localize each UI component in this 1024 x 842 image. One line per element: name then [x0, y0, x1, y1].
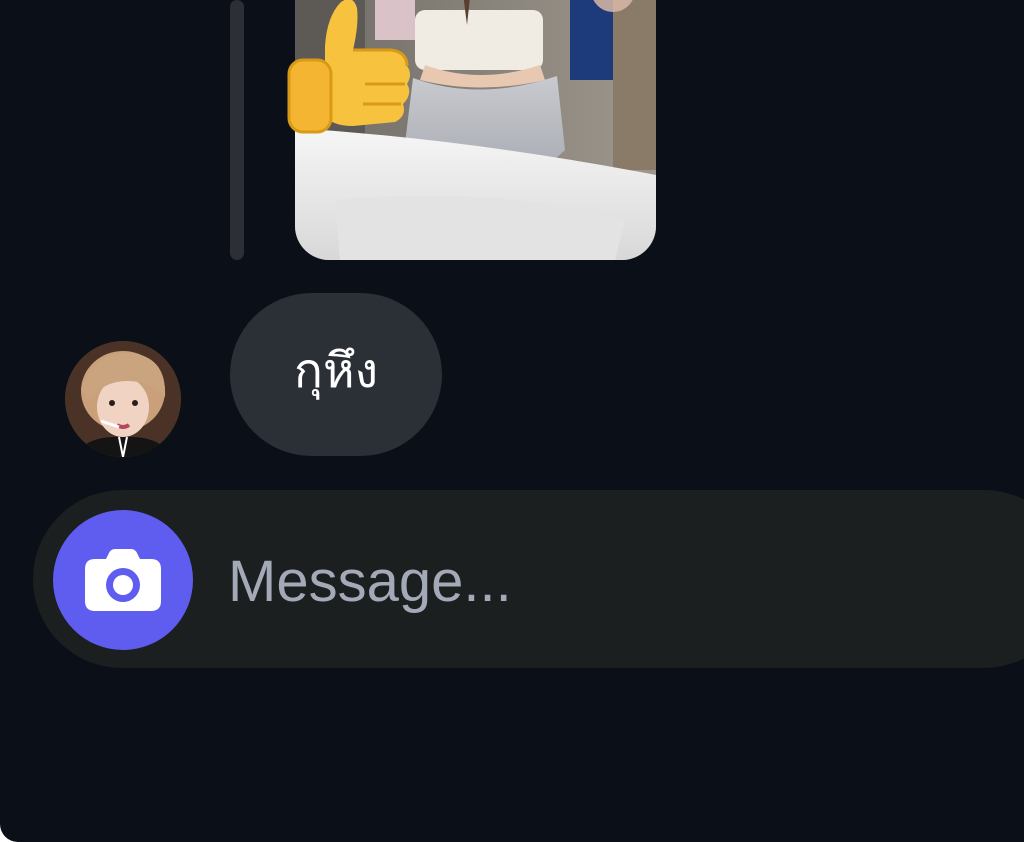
avatar-image: [65, 341, 181, 457]
thumbs-up-icon: [287, 0, 410, 134]
text-message-bubble[interactable]: กุหึง: [230, 293, 442, 456]
chat-screen: กุหึง: [0, 0, 1024, 842]
camera-icon: [85, 549, 161, 611]
reply-thread-bar: [230, 0, 244, 260]
camera-button[interactable]: [53, 510, 193, 650]
sender-avatar[interactable]: [65, 341, 181, 457]
message-input[interactable]: [228, 535, 988, 627]
message-text: กุหึง: [293, 342, 379, 399]
